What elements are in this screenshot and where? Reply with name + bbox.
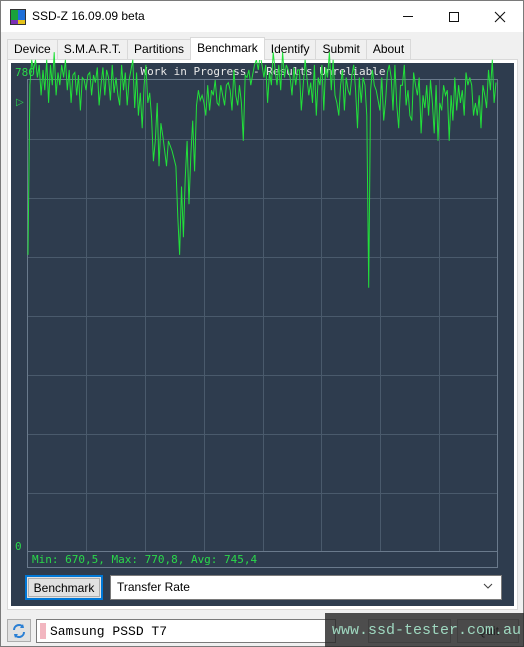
chevron-down-icon <box>483 579 493 602</box>
drive-name: Samsung PSSD T7 <box>50 624 168 639</box>
y-axis-top-label: 780 <box>15 66 35 79</box>
chart-grid <box>27 79 498 552</box>
watermark-overlay: www.ssd-tester.com.au <box>325 613 524 647</box>
refresh-icon <box>13 623 25 638</box>
benchmark-mode-value: Transfer Rate <box>117 580 190 594</box>
chart-stats: Min: 670,5, Max: 770,8, Avg: 745,4 <box>32 553 258 566</box>
y-axis-bottom-label: 0 <box>15 540 22 553</box>
tab-benchmark[interactable]: Benchmark <box>190 37 265 60</box>
drive-color-swatch <box>40 623 46 639</box>
benchmark-mode-select[interactable]: Transfer Rate <box>110 575 502 600</box>
drive-selector[interactable]: Samsung PSSD T7 <box>36 619 336 643</box>
refresh-button[interactable] <box>7 619 31 642</box>
plot-frame <box>27 79 498 568</box>
transfer-rate-chart: Work in Progress - Results Unreliable 78… <box>15 52 498 568</box>
benchmark-button-label: Benchmark <box>33 580 95 595</box>
app-window: SSD-Z 16.09.09 beta Device S.M.A.R.T. Pa… <box>0 0 524 647</box>
average-marker-icon: ▷ <box>16 97 24 108</box>
benchmark-button[interactable]: Benchmark <box>25 575 103 600</box>
series-line-transfer-rate <box>27 52 497 288</box>
